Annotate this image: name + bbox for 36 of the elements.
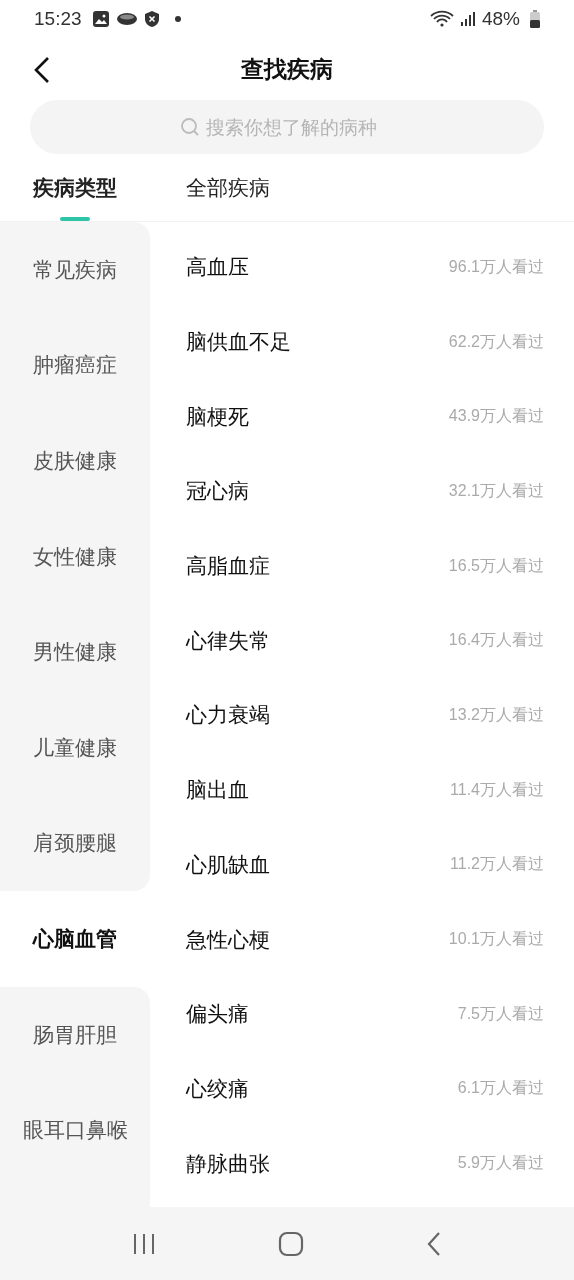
category-item[interactable]: 男性健康 bbox=[0, 604, 150, 700]
disease-row[interactable]: 心肌缺血 11.2万人看过 bbox=[186, 827, 544, 903]
tab[interactable]: 全部疾病 bbox=[186, 154, 270, 221]
gallery-icon bbox=[91, 10, 110, 28]
status-time: 15:23 bbox=[34, 8, 82, 30]
category-item[interactable]: 常见疾病 bbox=[0, 222, 150, 318]
notification-dot-icon bbox=[173, 15, 182, 23]
category-item[interactable]: 肿瘤癌症 bbox=[0, 317, 150, 414]
home-button[interactable] bbox=[278, 1230, 304, 1257]
page-title: 查找疾病 bbox=[241, 54, 333, 84]
category-item[interactable]: 眼耳口鼻喉 bbox=[0, 1082, 150, 1178]
category-item[interactable]: 肩颈腰腿 bbox=[0, 795, 150, 892]
category-item[interactable]: 儿童健康 bbox=[0, 699, 150, 796]
category-item[interactable]: 皮肤健康 bbox=[0, 413, 150, 509]
battery-icon bbox=[530, 10, 540, 28]
disease-row[interactable]: 脑供血不足 62.2万人看过 bbox=[186, 304, 544, 380]
disease-row[interactable]: 心绞痛 6.1万人看过 bbox=[186, 1051, 544, 1127]
disease-row[interactable]: 脑出血 11.4万人看过 bbox=[186, 752, 544, 828]
disease-row[interactable]: 脑梗死 43.9万人看过 bbox=[186, 379, 544, 455]
disease-row[interactable]: 急性心梗 10.1万人看过 bbox=[186, 902, 544, 977]
disease-row[interactable]: 心力衰竭 13.2万人看过 bbox=[186, 678, 544, 753]
disease-row[interactable]: 高脂血症 16.5万人看过 bbox=[186, 528, 544, 604]
category-item[interactable]: 肠胃肝胆 bbox=[0, 986, 150, 1083]
battery-percent: 48% bbox=[481, 8, 520, 30]
shield-icon bbox=[143, 10, 160, 28]
disease-row[interactable]: 静脉曲张 5.9万人看过 bbox=[186, 1126, 544, 1201]
wifi-icon bbox=[429, 10, 454, 28]
tab[interactable]: 疾病类型 bbox=[0, 154, 150, 221]
category-item[interactable]: 女性健康 bbox=[0, 508, 150, 605]
disease-row[interactable]: 高血压 96.1万人看过 bbox=[186, 230, 544, 305]
search-field[interactable]: 搜索你想了解的病种 bbox=[30, 100, 544, 154]
search-icon bbox=[180, 117, 200, 137]
disease-row[interactable]: 心律失常 16.4万人看过 bbox=[186, 603, 544, 679]
signal-icon bbox=[459, 11, 476, 27]
disease-row[interactable]: 冠心病 32.1万人看过 bbox=[186, 454, 544, 529]
disease-row[interactable]: 偏头痛 7.5万人看过 bbox=[186, 976, 544, 1052]
